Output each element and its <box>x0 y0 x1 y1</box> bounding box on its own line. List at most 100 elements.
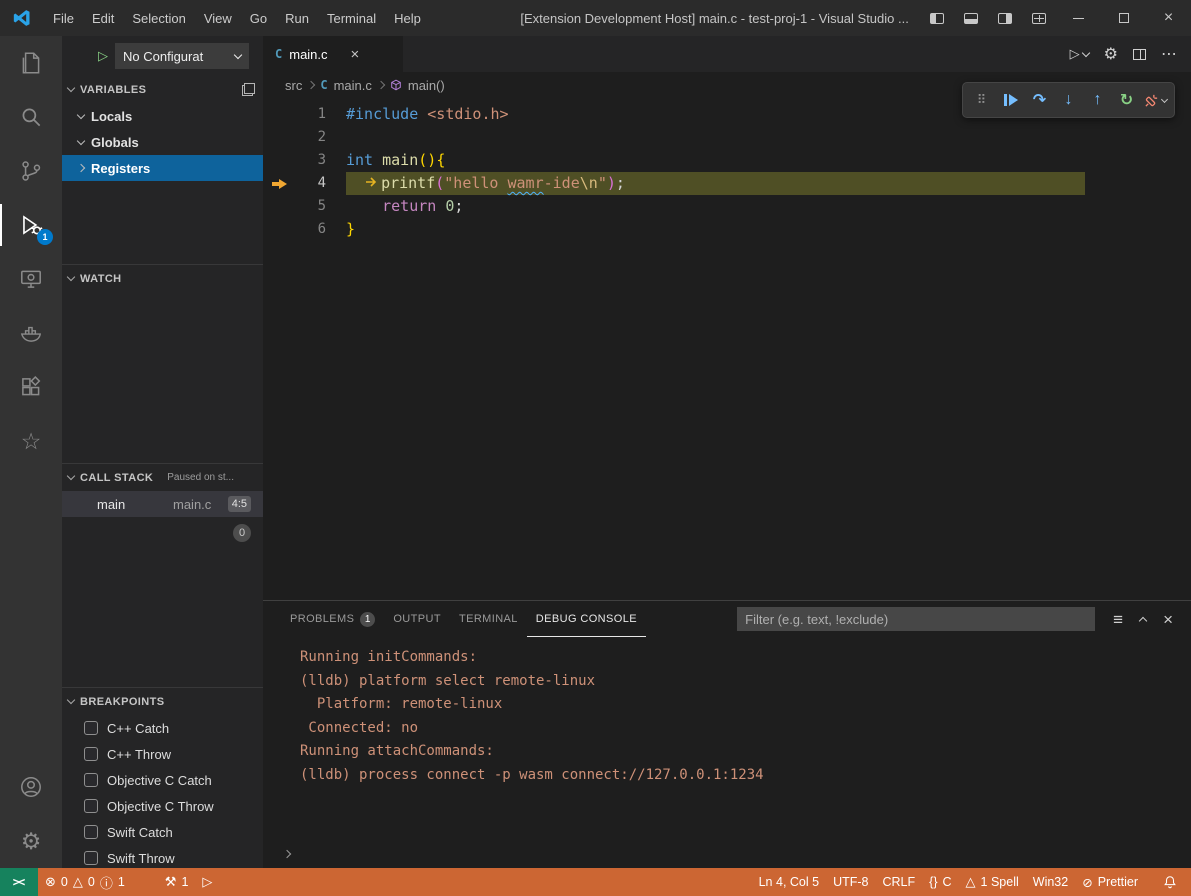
toggle-panel-icon[interactable] <box>954 0 988 36</box>
activity-item-extensions[interactable] <box>0 360 62 414</box>
menu-file[interactable]: File <box>44 0 83 36</box>
code-line-3[interactable]: 3int main(){ <box>263 149 1191 172</box>
language-status[interactable]: {} C <box>922 875 958 889</box>
checkbox-unchecked[interactable] <box>84 799 98 813</box>
code-line-4[interactable]: 4 printf("hello wamr-ide\n"); <box>263 172 1191 195</box>
menu-selection[interactable]: Selection <box>123 0 194 36</box>
variables-item-locals[interactable]: Locals <box>62 103 263 129</box>
glyph-margin[interactable] <box>263 172 297 195</box>
activity-item-source-control[interactable] <box>0 144 62 198</box>
menu-terminal[interactable]: Terminal <box>318 0 385 36</box>
breakpoint-row-swift-throw[interactable]: Swift Throw <box>62 845 263 868</box>
bottom-panel: PROBLEMS1OUTPUTTERMINALDEBUG CONSOLE ≡ ×… <box>263 600 1191 868</box>
split-editor-icon[interactable] <box>1133 49 1146 60</box>
console-filter-input[interactable] <box>737 607 1095 631</box>
maximize-button[interactable] <box>1101 0 1146 36</box>
run-file-button[interactable]: ▷ <box>1070 46 1089 62</box>
remote-indicator[interactable]: >< <box>0 868 38 896</box>
drag-handle-icon[interactable]: ⠿ <box>968 87 995 114</box>
eol-status[interactable]: CRLF <box>876 875 923 889</box>
editor[interactable]: 1#include <stdio.h>23int main(){4 printf… <box>263 98 1191 600</box>
watch-header[interactable]: WATCH <box>62 265 263 292</box>
code-line-6[interactable]: 6} <box>263 218 1191 241</box>
activity-item-docker[interactable] <box>0 306 62 360</box>
more-actions-icon[interactable]: ⋯ <box>1161 44 1177 64</box>
tab-main-c[interactable]: C main.c × <box>263 36 403 72</box>
step-into-button[interactable]: ↓ <box>1055 87 1082 114</box>
activity-item-favorites[interactable]: ☆ <box>0 414 62 468</box>
panel-tab-terminal[interactable]: TERMINAL <box>450 601 527 637</box>
menu-run[interactable]: Run <box>276 0 318 36</box>
toolchain-status[interactable]: ⚒ 1 <box>158 868 196 896</box>
checkbox-unchecked[interactable] <box>84 851 98 865</box>
formatter-status[interactable]: ⊘ Prettier <box>1075 875 1145 890</box>
problems-status[interactable]: ⊗ 0 △ 0 ⓘ 1 <box>38 868 132 896</box>
close-tab-icon[interactable]: × <box>351 47 360 62</box>
glyph-margin[interactable] <box>263 195 297 218</box>
panel-tab-problems[interactable]: PROBLEMS1 <box>281 601 384 637</box>
minimize-button[interactable] <box>1056 0 1101 36</box>
customize-layout-icon[interactable] <box>1022 0 1056 36</box>
stack-frame-row[interactable]: main main.c 4:5 <box>62 491 263 517</box>
settings-gear-icon[interactable]: ⚙ <box>1104 44 1118 64</box>
glyph-margin[interactable] <box>263 218 297 241</box>
maximize-panel-icon[interactable] <box>1139 616 1147 624</box>
breakpoints-header[interactable]: BREAKPOINTS <box>62 688 263 715</box>
debug-console-input[interactable] <box>263 840 1191 868</box>
platform-status[interactable]: Win32 <box>1026 875 1075 889</box>
activity-item-remote-explorer[interactable] <box>0 252 62 306</box>
menu-go[interactable]: Go <box>241 0 276 36</box>
glyph-margin[interactable] <box>263 103 297 126</box>
call-stack-header[interactable]: CALL STACK Paused on st... <box>62 464 263 491</box>
notifications-button[interactable] <box>1163 875 1177 889</box>
code-token: "hello <box>444 174 507 192</box>
debug-config-dropdown[interactable]: No Configurat <box>115 43 249 69</box>
breakpoint-row-swift-catch[interactable]: Swift Catch <box>62 819 263 845</box>
menu-edit[interactable]: Edit <box>83 0 123 36</box>
step-out-button[interactable]: ↑ <box>1084 87 1111 114</box>
variables-item-registers[interactable]: Registers <box>62 155 263 181</box>
close-panel-icon[interactable]: × <box>1163 611 1173 628</box>
variables-header[interactable]: VARIABLES <box>62 76 263 103</box>
cursor-position-status[interactable]: Ln 4, Col 5 <box>752 875 826 889</box>
variables-item-globals[interactable]: Globals <box>62 129 263 155</box>
account-button[interactable] <box>0 760 62 814</box>
collapse-all-icon[interactable] <box>242 83 255 96</box>
breakpoint-row-objective-c-catch[interactable]: Objective C Catch <box>62 767 263 793</box>
code-line-2[interactable]: 2 <box>263 126 1191 149</box>
breakpoint-row-objective-c-throw[interactable]: Objective C Throw <box>62 793 263 819</box>
glyph-margin[interactable] <box>263 126 297 149</box>
debug-status[interactable]: ▷ <box>195 868 219 896</box>
breadcrumb-src[interactable]: src <box>285 78 302 93</box>
warning-icon: △ <box>966 874 976 890</box>
checkbox-unchecked[interactable] <box>84 721 98 735</box>
activity-item-run-and-debug[interactable]: 1 <box>0 198 62 252</box>
panel-tab-debug-console[interactable]: DEBUG CONSOLE <box>527 601 646 637</box>
output-settings-icon[interactable]: ≡ <box>1113 611 1123 628</box>
spell-status[interactable]: △ 1 Spell <box>959 874 1026 890</box>
menu-help[interactable]: Help <box>385 0 430 36</box>
settings-button[interactable]: ⚙ <box>0 814 62 868</box>
checkbox-unchecked[interactable] <box>84 773 98 787</box>
toggle-secondary-sidebar-icon[interactable] <box>988 0 1022 36</box>
breakpoint-row-c-throw[interactable]: C++ Throw <box>62 741 263 767</box>
start-debugging-icon[interactable]: ▷ <box>98 48 108 64</box>
activity-item-explorer[interactable] <box>0 36 62 90</box>
breadcrumb-symbol[interactable]: main() <box>408 78 445 93</box>
checkbox-unchecked[interactable] <box>84 747 98 761</box>
toggle-primary-sidebar-icon[interactable] <box>920 0 954 36</box>
disconnect-button[interactable] <box>1142 87 1169 114</box>
close-window-button[interactable]: × <box>1146 0 1191 36</box>
breakpoint-row-c-catch[interactable]: C++ Catch <box>62 715 263 741</box>
encoding-status[interactable]: UTF-8 <box>826 875 875 889</box>
glyph-margin[interactable] <box>263 149 297 172</box>
activity-item-search[interactable] <box>0 90 62 144</box>
panel-tab-output[interactable]: OUTPUT <box>384 601 450 637</box>
checkbox-unchecked[interactable] <box>84 825 98 839</box>
restart-button[interactable]: ↻ <box>1113 87 1140 114</box>
code-line-5[interactable]: 5 return 0; <box>263 195 1191 218</box>
step-over-button[interactable]: ↷ <box>1026 87 1053 114</box>
breadcrumb-file[interactable]: main.c <box>334 78 372 93</box>
menu-view[interactable]: View <box>195 0 241 36</box>
continue-button[interactable] <box>997 87 1024 114</box>
